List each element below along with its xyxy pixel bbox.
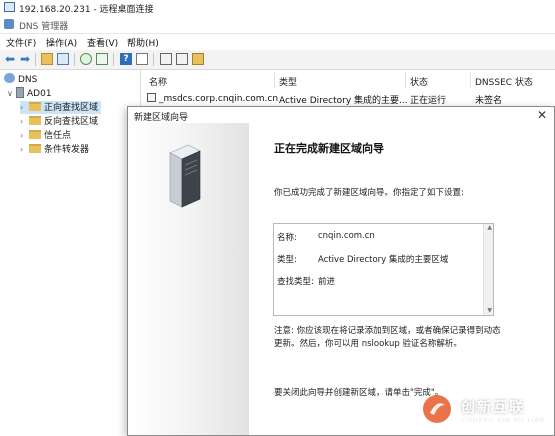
- tree-item-label: 正向查找区域: [44, 103, 99, 113]
- tree-item-label: 条件转发器: [44, 145, 90, 155]
- column-divider[interactable]: [274, 72, 275, 88]
- tree-item-dns[interactable]: DNS: [4, 73, 37, 86]
- properties-icon[interactable]: [136, 53, 148, 65]
- list-icon[interactable]: [160, 53, 172, 65]
- folder-icon: [29, 116, 41, 125]
- show-tree-icon[interactable]: [57, 53, 69, 65]
- tree-item-label: 反向查找区域: [44, 117, 99, 127]
- wizard-intro-text: 你已成功完成了新建区域向导。你指定了如下设置:: [274, 188, 464, 198]
- tree-item-conditional-forwarders[interactable]: › 条件转发器: [20, 143, 89, 156]
- menu-help[interactable]: 帮助(H): [127, 36, 159, 49]
- tree-item-label: AD01: [27, 89, 52, 99]
- column-header-status[interactable]: 状态: [410, 75, 428, 88]
- tree-item-forward-zones[interactable]: › 正向查找区域: [20, 101, 102, 114]
- forward-arrow-icon[interactable]: ➡: [19, 53, 31, 65]
- watermark-subtext: CHUANG XIN HU LIAN: [462, 417, 546, 424]
- app-title-bar: DNS 管理器: [0, 15, 555, 34]
- column-header-type[interactable]: 类型: [279, 75, 297, 88]
- cell-type: Active Directory 集成的主要...: [279, 96, 408, 106]
- dialog-title: 新建区域向导: [134, 113, 189, 123]
- console-tree: DNS ∨ AD01 › 正向查找区域 › 反向查找区域 › 信任点 › 条件转发器: [0, 70, 141, 436]
- expand-arrow-icon[interactable]: ›: [20, 129, 29, 142]
- server-icon: [16, 87, 24, 98]
- collapse-arrow-icon[interactable]: ∨: [7, 87, 16, 100]
- toolbar-separator: [35, 53, 36, 66]
- remote-desktop-icon: [4, 2, 15, 12]
- cell-name: _msdcs.corp.cnqin.com.cn: [147, 93, 278, 104]
- cell-dnssec: 未签名: [475, 96, 503, 106]
- column-divider[interactable]: [470, 72, 471, 88]
- refresh-icon[interactable]: [80, 53, 92, 65]
- summary-label-name: 名称:: [277, 233, 297, 243]
- toolbar-separator: [113, 53, 114, 66]
- back-arrow-icon[interactable]: ⬅: [4, 53, 16, 65]
- summary-label-lookup: 查找类型:: [277, 277, 314, 287]
- tree-item-label: DNS: [18, 75, 38, 85]
- wizard-heading: 正在完成新建区域向导: [274, 142, 384, 155]
- settings-summary-box[interactable]: 名称: cnqin.com.cn 类型: Active Directory 集成…: [273, 223, 494, 316]
- scroll-up-icon[interactable]: ▲: [487, 224, 492, 231]
- column-header-name[interactable]: 名称: [149, 75, 167, 88]
- dialog-title-bar[interactable]: 新建区域向导 ✕: [128, 107, 554, 123]
- close-icon[interactable]: ✕: [535, 108, 549, 122]
- toolbar-separator: [74, 53, 75, 66]
- zone-icon: [147, 93, 156, 102]
- wizard-note-text: 注意: 你应该现在将记录添加到区域，或者确保记录得到动态更新。然后，你可以用 n…: [274, 326, 501, 349]
- toolbar-separator: [153, 53, 154, 66]
- summary-label-type: 类型:: [277, 255, 297, 265]
- dns-manager-icon: [4, 19, 14, 29]
- tree-item-server[interactable]: ∨ AD01: [7, 87, 52, 100]
- scrollbar[interactable]: [483, 224, 493, 315]
- menu-bar: 文件(F) 操作(A) 查看(V) 帮助(H): [0, 34, 555, 50]
- tree-item-label: 信任点: [44, 131, 72, 141]
- summary-value-type: Active Directory 集成的主要区域: [318, 255, 449, 265]
- cell-status: 正在运行: [410, 96, 447, 106]
- expand-arrow-icon[interactable]: ›: [20, 143, 29, 156]
- new-zone-wizard-dialog: 新建区域向导 ✕ 正在完成新建区域向导 你已成功完成了新建区域向导。你指定了如下…: [127, 106, 555, 436]
- rdp-title: 192.168.20.231 - 远程桌面连接: [19, 5, 154, 15]
- dns-icon: [4, 73, 15, 83]
- column-header-dnssec[interactable]: DNSSEC 状态: [475, 75, 533, 88]
- tree-item-reverse-zones[interactable]: › 反向查找区域: [20, 115, 98, 128]
- menu-view[interactable]: 查看(V): [87, 36, 118, 49]
- scroll-down-icon[interactable]: ▼: [487, 307, 492, 314]
- results-list: 名称 类型 状态 DNSSEC 状态 _msdcs.corp.cnqin.com…: [141, 70, 555, 110]
- menu-action[interactable]: 操作(A): [46, 36, 77, 49]
- folder-icon: [29, 102, 41, 111]
- server-icon: [169, 144, 201, 208]
- rdp-title-bar: 192.168.20.231 - 远程桌面连接: [0, 0, 555, 15]
- expand-arrow-icon[interactable]: ›: [20, 115, 29, 128]
- column-divider[interactable]: [405, 72, 406, 88]
- export-icon[interactable]: [96, 53, 108, 65]
- summary-value-name: cnqin.com.cn: [318, 231, 375, 241]
- app-title: DNS 管理器: [19, 22, 69, 32]
- folder-icon: [29, 130, 41, 139]
- wizard-footer-text: 要关闭此向导并创建新区域，请单击"完成"。: [274, 388, 444, 398]
- tree-item-trust-points[interactable]: › 信任点: [20, 129, 71, 142]
- watermark-text: 创新互联: [461, 400, 525, 416]
- summary-value-lookup: 前进: [318, 277, 336, 287]
- toolbar: ⬅ ➡ ?: [0, 50, 555, 70]
- up-folder-icon[interactable]: [41, 53, 53, 65]
- folder-icon: [29, 144, 41, 153]
- new-zone-icon[interactable]: [192, 53, 204, 65]
- menu-file[interactable]: 文件(F): [6, 36, 36, 49]
- expand-arrow-icon[interactable]: ›: [20, 101, 29, 114]
- wizard-side-panel: [128, 123, 249, 435]
- view-icon[interactable]: [176, 53, 188, 65]
- help-icon[interactable]: ?: [120, 53, 132, 65]
